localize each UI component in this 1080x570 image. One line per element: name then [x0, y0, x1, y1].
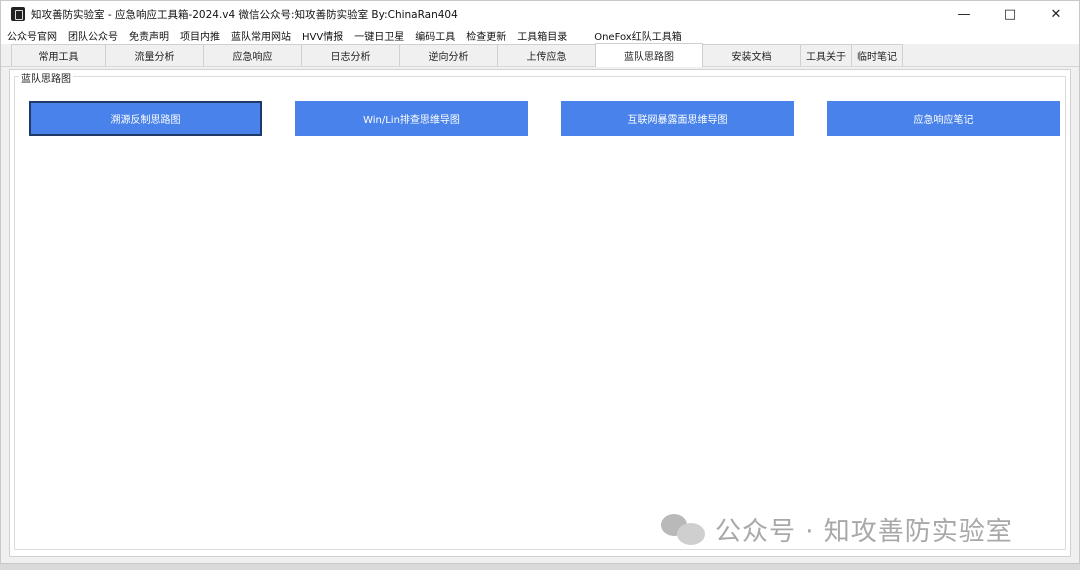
- menu-item-toolbox-directory[interactable]: 工具箱目录: [517, 28, 567, 43]
- incident-notes-button[interactable]: 应急响应笔记: [827, 101, 1060, 136]
- menu-item-blue-team-sites[interactable]: 蓝队常用网站: [231, 28, 291, 43]
- tab-notes[interactable]: 临时笔记: [851, 44, 903, 66]
- wechat-icon: [661, 513, 707, 546]
- tab-common-tools[interactable]: 常用工具: [11, 44, 106, 66]
- menu-item-official-site[interactable]: 公众号官网: [7, 28, 57, 43]
- menu-item-onefox[interactable]: OneFox红队工具箱: [594, 28, 682, 43]
- tab-panel: 蓝队思路图 溯源反制思路图 Win/Lin排查思维导图 互联网暴露面思维导图 应…: [9, 69, 1071, 557]
- tab-upload-emergency[interactable]: 上传应急: [497, 44, 596, 66]
- background-taskbar-edge: [0, 564, 1080, 570]
- tab-reverse-analysis[interactable]: 逆向分析: [399, 44, 498, 66]
- menu-item-satellite[interactable]: 一键日卫星: [354, 28, 404, 43]
- tab-strip: 常用工具 流量分析 应急响应 日志分析 逆向分析 上传应急 蓝队思路图 安装文档…: [1, 43, 1079, 67]
- tab-blue-team-mindmap[interactable]: 蓝队思路图: [595, 43, 703, 67]
- window-title: 知攻善防实验室 - 应急响应工具箱-2024.v4 微信公众号:知攻善防实验室 …: [31, 8, 458, 21]
- menu-item-encoding-tools[interactable]: 编码工具: [415, 28, 455, 43]
- internet-exposure-mindmap-button[interactable]: 互联网暴露面思维导图: [561, 101, 794, 136]
- group-box: 蓝队思路图 溯源反制思路图 Win/Lin排查思维导图 互联网暴露面思维导图 应…: [14, 70, 1066, 550]
- watermark: 公众号 · 知攻善防实验室: [661, 511, 1013, 548]
- tab-about[interactable]: 工具关于: [800, 44, 852, 66]
- group-box-label: 蓝队思路图: [19, 70, 73, 85]
- app-icon: [11, 7, 25, 21]
- tab-install-docs[interactable]: 安装文档: [702, 44, 801, 66]
- tab-log-analysis[interactable]: 日志分析: [301, 44, 400, 66]
- menu-item-disclaimer[interactable]: 免责声明: [129, 28, 169, 43]
- app-window: 知攻善防实验室 - 应急响应工具箱-2024.v4 微信公众号:知攻善防实验室 …: [0, 0, 1080, 564]
- menu-item-referrals[interactable]: 项目内推: [180, 28, 220, 43]
- menu-item-hvv-intel[interactable]: HVV情报: [302, 28, 343, 43]
- minimize-button[interactable]: —: [941, 1, 987, 27]
- title-bar: 知攻善防实验室 - 应急响应工具箱-2024.v4 微信公众号:知攻善防实验室 …: [1, 1, 1079, 27]
- menu-item-check-update[interactable]: 检查更新: [466, 28, 506, 43]
- win-lin-mindmap-button[interactable]: Win/Lin排查思维导图: [295, 101, 528, 136]
- menu-bar: 公众号官网 团队公众号 免责声明 项目内推 蓝队常用网站 HVV情报 一键日卫星…: [1, 27, 1079, 44]
- close-button[interactable]: ✕: [1033, 1, 1079, 27]
- tab-incident-response[interactable]: 应急响应: [203, 44, 302, 66]
- maximize-button[interactable]: □: [987, 1, 1033, 27]
- trace-counter-mindmap-button[interactable]: 溯源反制思路图: [29, 101, 262, 136]
- menu-item-team-account[interactable]: 团队公众号: [68, 28, 118, 43]
- tab-traffic-analysis[interactable]: 流量分析: [105, 44, 204, 66]
- watermark-text: 公众号 · 知攻善防实验室: [715, 517, 1013, 547]
- window-controls: — □ ✕: [941, 1, 1079, 27]
